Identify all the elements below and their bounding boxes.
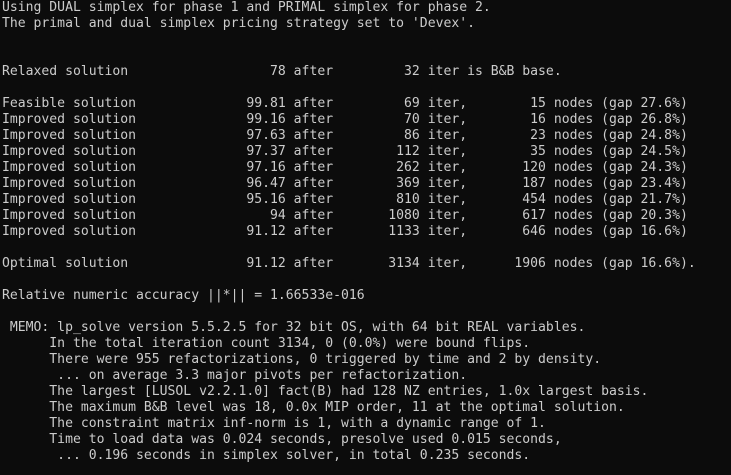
- console-line: Improved solution 97.37 after 112 iter, …: [2, 144, 688, 159]
- console-line: Feasible solution 99.81 after 69 iter, 1…: [2, 96, 688, 111]
- console-line: The constraint matrix inf-norm is 1, wit…: [2, 416, 546, 431]
- console-line: The maximum B&B level was 18, 0.0x MIP o…: [2, 400, 625, 415]
- console-line: There were 955 refactorizations, 0 trigg…: [2, 352, 602, 367]
- console-line: MEMO: lp_solve version 5.5.2.5 for 32 bi…: [2, 320, 586, 335]
- console-line: Improved solution 99.16 after 70 iter, 1…: [2, 112, 688, 127]
- console-line: Improved solution 96.47 after 369 iter, …: [2, 176, 688, 191]
- console-line: Improved solution 94 after 1080 iter, 61…: [2, 208, 688, 223]
- console-line: ... on average 3.3 major pivots per refa…: [2, 368, 468, 383]
- console-line: Improved solution 95.16 after 810 iter, …: [2, 192, 688, 207]
- console-line: The largest [LUSOL v2.2.1.0] fact(B) had…: [2, 384, 649, 399]
- console-line: The primal and dual simplex pricing stra…: [2, 16, 475, 31]
- console-output[interactable]: Using DUAL simplex for phase 1 and PRIMA…: [2, 0, 731, 475]
- console-line: Using DUAL simplex for phase 1 and PRIMA…: [2, 0, 491, 15]
- console-line: Time to load data was 0.024 seconds, pre…: [2, 432, 562, 447]
- console-line: Relative numeric accuracy ||*|| = 1.6653…: [2, 288, 365, 303]
- console-line: Optimal solution 91.12 after 3134 iter, …: [2, 256, 696, 271]
- console-line: In the total iteration count 3134, 0 (0.…: [2, 336, 531, 351]
- console-line: Relaxed solution 78 after 32 iter is B&B…: [2, 64, 562, 79]
- console-line: ... 0.196 seconds in simplex solver, in …: [2, 448, 531, 463]
- console-line: Improved solution 91.12 after 1133 iter,…: [2, 224, 688, 239]
- console-line: Improved solution 97.63 after 86 iter, 2…: [2, 128, 688, 143]
- console-line: Improved solution 97.16 after 262 iter, …: [2, 160, 688, 175]
